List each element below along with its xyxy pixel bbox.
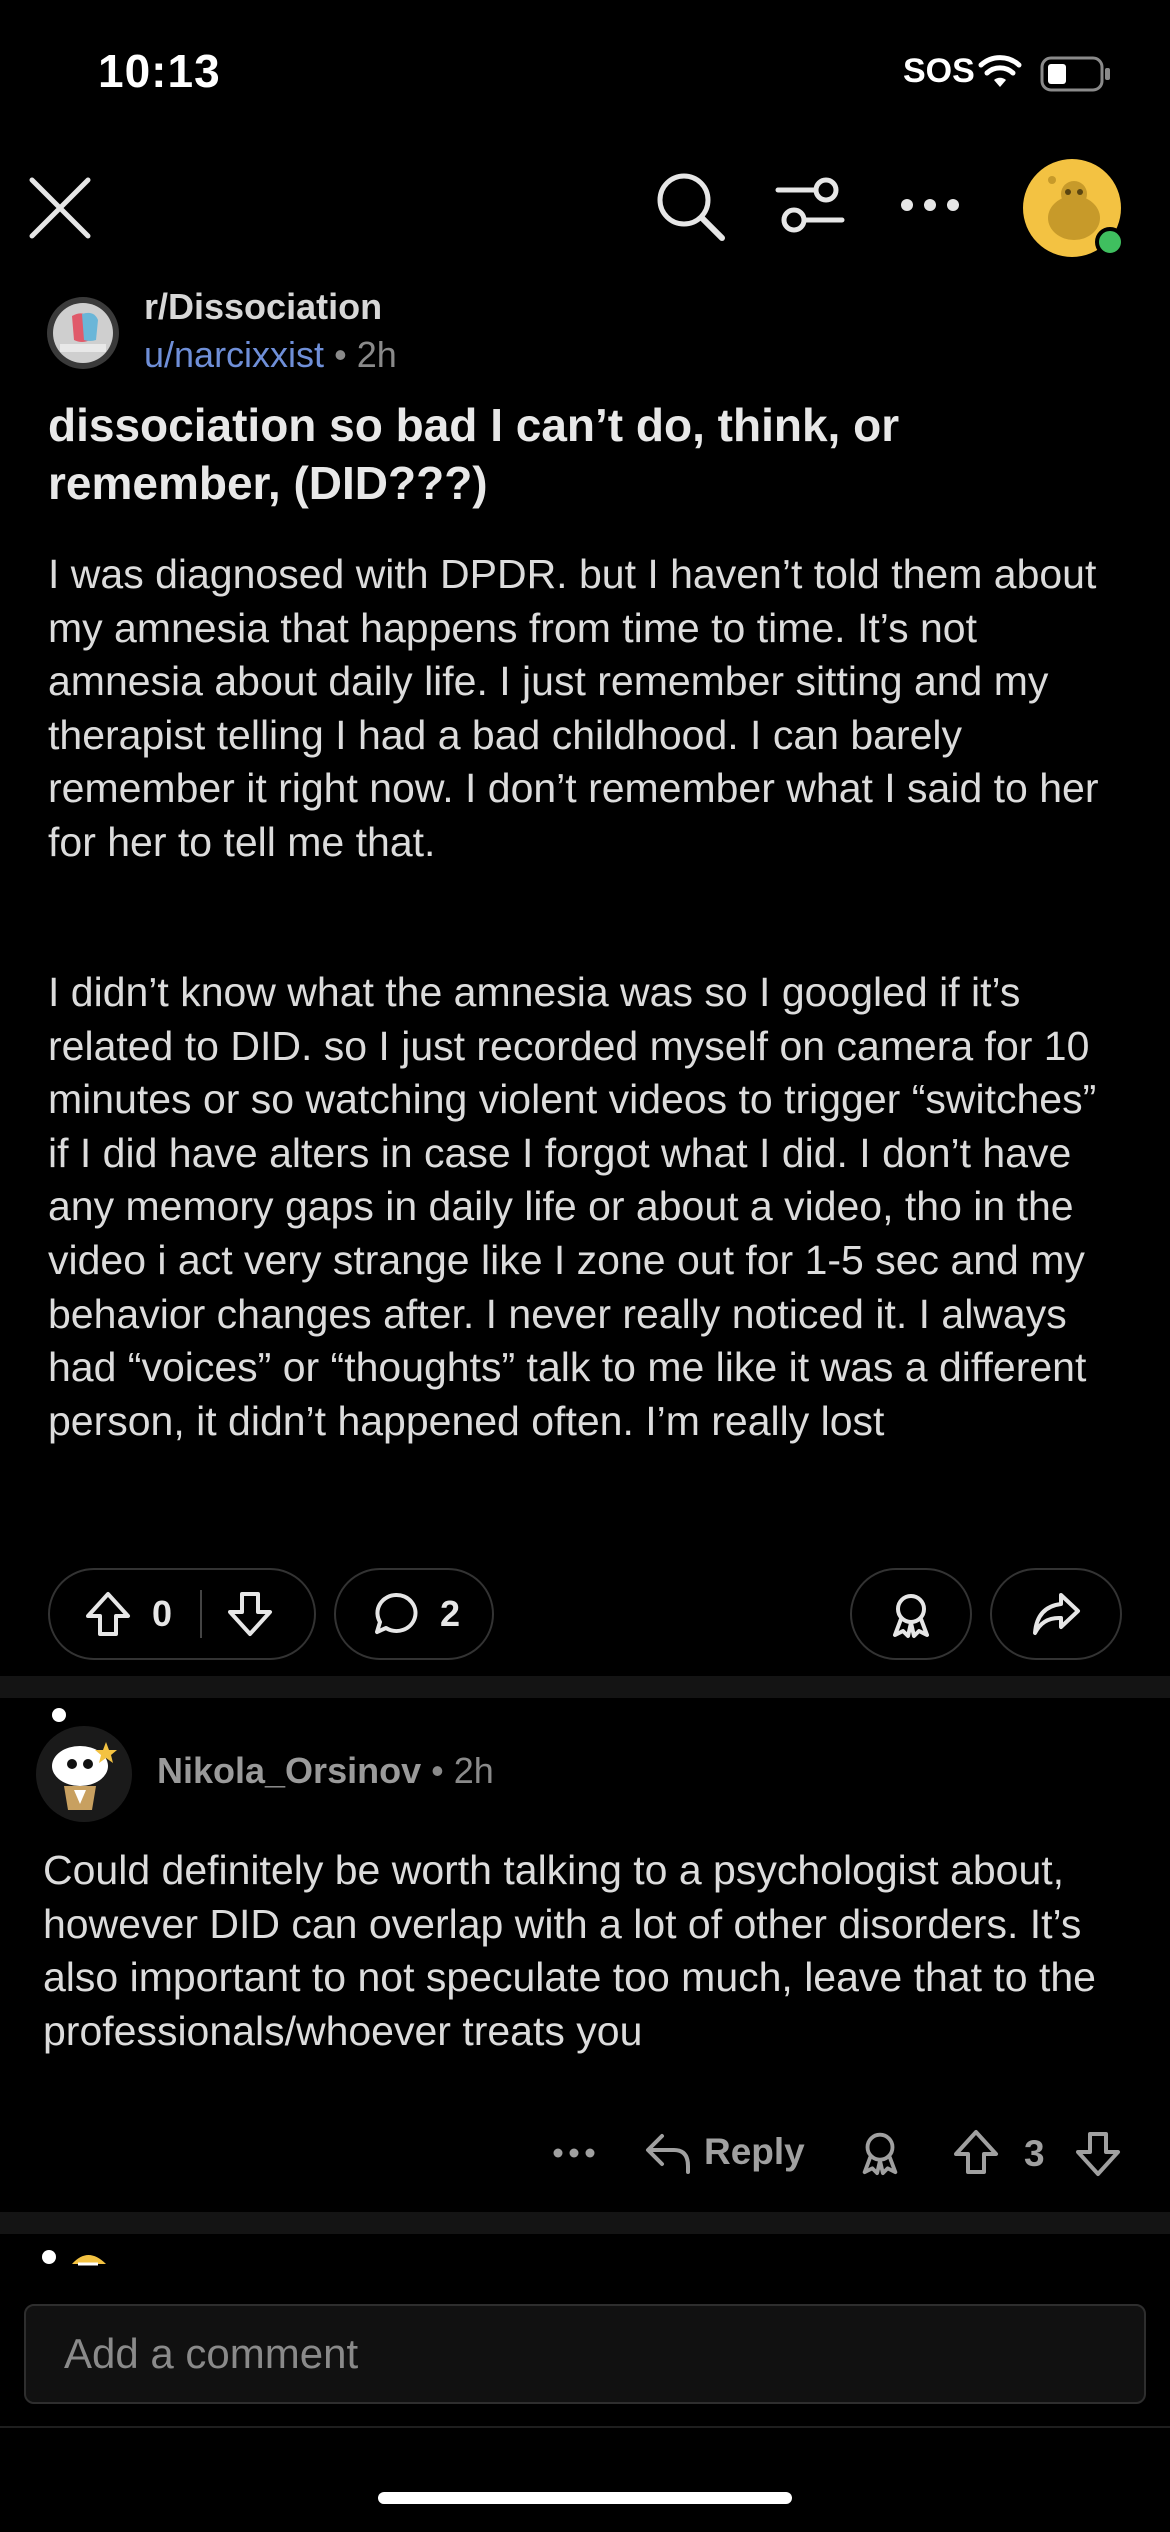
downvote-icon[interactable] <box>1074 2130 1122 2178</box>
post-body-paragraph: I was diagnosed with DPDR. but I haven’t… <box>48 551 1099 865</box>
vote-pill: 0 <box>48 1568 316 1660</box>
subreddit-name[interactable]: r/Dissociation <box>144 286 382 328</box>
comment-vote-count: 3 <box>1024 2133 1045 2174</box>
wifi-icon <box>978 55 1022 87</box>
commenter-avatar[interactable] <box>34 1724 134 1824</box>
comments-button[interactable]: 2 <box>334 1568 494 1660</box>
user-avatar[interactable] <box>1022 158 1126 262</box>
post-body-paragraph: I didn’t know what the amnesia was so I … <box>48 969 1097 1444</box>
post-author[interactable]: u/narcixxist <box>144 334 324 375</box>
comment-author-line: Nikola_Orsinov • 2h <box>157 1750 494 1792</box>
home-indicator <box>378 2492 792 2504</box>
comment-icon <box>375 1592 418 1634</box>
add-comment-input[interactable] <box>24 2304 1146 2404</box>
composer-divider <box>0 2426 1170 2428</box>
share-button[interactable] <box>990 1568 1122 1660</box>
comment-more-icon[interactable] <box>552 2146 596 2160</box>
subreddit-icon[interactable] <box>46 296 120 370</box>
downvote-icon[interactable] <box>226 1590 274 1638</box>
upvote-icon[interactable] <box>84 1590 132 1638</box>
status-time: 10:13 <box>98 45 221 97</box>
status-sos: SOS <box>903 52 975 90</box>
reply-label: Reply <box>704 2131 805 2172</box>
thread-indicator <box>52 1708 66 1722</box>
award-icon <box>893 1594 929 1638</box>
meta-separator: • <box>431 1750 444 1791</box>
close-icon[interactable] <box>26 174 94 242</box>
more-icon[interactable] <box>898 196 962 214</box>
award-button[interactable] <box>850 1568 972 1660</box>
thread-indicator <box>42 2250 56 2264</box>
award-icon[interactable] <box>856 2128 904 2176</box>
next-comment-avatar <box>72 2255 106 2266</box>
share-icon <box>1033 1593 1080 1635</box>
battery-icon <box>1040 56 1110 92</box>
meta-separator: • <box>334 334 347 375</box>
section-divider <box>0 2212 1170 2234</box>
filter-icon[interactable] <box>774 174 846 238</box>
upvote-icon[interactable] <box>952 2128 1000 2176</box>
post-vote-count: 0 <box>152 1593 173 1634</box>
post-title: dissociation so bad I can’t do, think, o… <box>48 399 900 509</box>
reply-icon <box>646 2134 690 2174</box>
post-comment-count: 2 <box>440 1593 461 1634</box>
vote-divider <box>200 1590 203 1638</box>
comment-author[interactable]: Nikola_Orsinov <box>157 1750 421 1791</box>
reply-button[interactable]: Reply <box>644 2128 805 2176</box>
comment-age: 2h <box>453 1750 494 1791</box>
search-icon[interactable] <box>654 170 726 242</box>
section-divider <box>0 1676 1170 1698</box>
post-age: 2h <box>356 334 397 375</box>
comment-body: Could definitely be worth talking to a p… <box>43 1847 1096 2054</box>
post-meta: u/narcixxist • 2h <box>144 334 397 376</box>
